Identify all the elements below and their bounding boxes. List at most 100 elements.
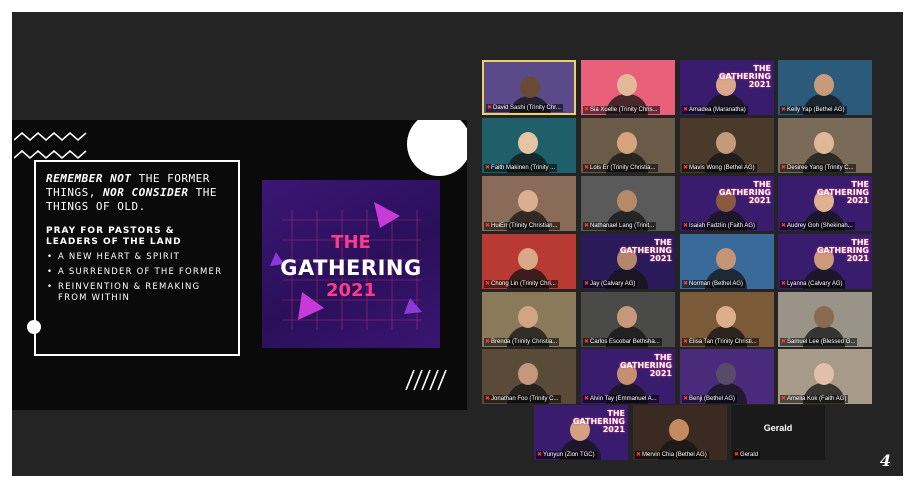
participant-tile[interactable]: THE GATHERING 2021 ✖Audrey Goh (Shekinah...	[778, 176, 872, 231]
participant-name: Sia Xuelle (Trinity Chris...	[590, 107, 658, 113]
prayer-points: A NEW HEART & SPIRIT A SURRENDER OF THE …	[46, 252, 230, 304]
participant-name: HuiEn (Trinity Christian...	[491, 223, 558, 229]
participant-avatar	[617, 132, 637, 154]
participant-name-label: ✖Alvin Tay (Emmanuel A...	[583, 395, 659, 403]
participant-name: Audrey Goh (Shekinah...	[787, 223, 853, 229]
participant-name: Norman (Bethel AG)	[689, 281, 744, 287]
participant-name: Samuel Lee (Blessed G...	[787, 339, 856, 345]
participant-name-label: ✖Yunyun (Zion TGC)	[536, 451, 597, 459]
muted-mic-icon: ✖	[781, 281, 787, 287]
participant-name: Brenda (Trinity Christia...	[491, 339, 558, 345]
participant-name: Carlos Escobar Bethsha...	[590, 339, 660, 345]
prayer-point: REINVENTION & REMAKING FROM WITHIN	[46, 282, 230, 304]
muted-mic-icon: ✖	[683, 223, 689, 229]
participant-name: Benji (Bethel AG)	[689, 396, 736, 402]
participant-tile[interactable]: ✖Carlos Escobar Bethsha...	[581, 292, 675, 347]
participant-avatar	[617, 190, 637, 212]
participant-name: Isaiah Fadzlin (Faith AG)	[689, 223, 756, 229]
participant-name-label: ✖Jay (Calvary AG)	[583, 280, 638, 288]
participant-name-label: ✖Sia Xuelle (Trinity Chris...	[583, 106, 660, 114]
participant-avatar	[814, 363, 834, 385]
muted-mic-icon: ✖	[584, 165, 590, 171]
muted-mic-icon: ✖	[584, 107, 590, 113]
participant-name: Jonathan Foo (Trinity C...	[491, 396, 559, 402]
pray-title: PRAY FOR PASTORS & LEADERS OF THE LAND	[46, 226, 182, 247]
participant-avatar	[814, 74, 834, 96]
participant-name-label: ✖Elisa Tan (Trinity Christi...	[682, 338, 759, 346]
participant-tile[interactable]: ✖Elisa Tan (Trinity Christi...	[680, 292, 774, 347]
participant-name-label: ✖Norman (Bethel AG)	[682, 280, 746, 288]
muted-mic-icon: ✖	[683, 165, 689, 171]
muted-mic-icon: ✖	[683, 339, 689, 345]
logo-year: 2021	[325, 280, 377, 301]
participant-name-label: ✖Desiree Yang (Trinity C...	[780, 164, 856, 172]
participant-name-label: ✖Samuel Lee (Blessed G...	[780, 338, 858, 346]
shared-slide: REMEMBER NOT THE FORMER THINGS, NOR CONS…	[12, 120, 467, 410]
participant-name-label: ✖David Sashi (Trinity Chr...	[486, 104, 563, 112]
participant-tile[interactable]: ✖Faith Makinen (Trinity ...	[482, 118, 576, 173]
muted-mic-icon: ✖	[584, 223, 590, 229]
muted-mic-icon: ✖	[683, 396, 689, 402]
participant-tile[interactable]: THE GATHERING 2021 ✖Lyanna (Calvary AG)	[778, 234, 872, 289]
participant-tile[interactable]: THE GATHERING 2021 ✖Isaiah Fadzlin (Faith A…	[680, 176, 774, 231]
participant-tile[interactable]: Gerald ✖Gerald	[731, 405, 825, 460]
participant-name-label: ✖Amelia Kok (Faith AG)	[780, 395, 849, 403]
participant-avatar	[716, 132, 736, 154]
gathering-sign: THE GATHERING 2021	[619, 238, 672, 263]
participant-name: Yunyun (Zion TGC)	[543, 452, 595, 458]
muted-mic-icon: ✖	[485, 281, 491, 287]
participant-name: Amadea (Maranatha)	[689, 107, 746, 113]
logo-gathering: GATHERING	[280, 256, 422, 280]
participant-tile[interactable]: ✖Lois Er (Trinity Christia...	[581, 118, 675, 173]
participant-name: Chong Lin (Trinity Chri...	[491, 281, 556, 287]
muted-mic-icon: ✖	[781, 165, 787, 171]
participant-tile[interactable]: THE GATHERING 2021 ✖Jay (Calvary AG)	[581, 234, 675, 289]
participant-tile[interactable]: THE GATHERING 2021 ✖Amadea (Maranatha)	[680, 60, 774, 115]
page-number: 4	[879, 451, 891, 470]
participant-name-label: ✖Audrey Goh (Shekinah...	[780, 222, 855, 230]
participant-tile[interactable]: ✖Mavis Wong (Bethel AG)	[680, 118, 774, 173]
participant-tile[interactable]: ✖Sia Xuelle (Trinity Chris...	[581, 60, 675, 115]
participant-avatar	[716, 363, 736, 385]
participant-avatar	[716, 306, 736, 328]
participant-name-label: ✖Kelly Yap (Bethel AG)	[780, 106, 847, 114]
participant-name-label: ✖Carlos Escobar Bethsha...	[583, 338, 662, 346]
participant-tile[interactable]: ✖Jonathan Foo (Trinity C...	[482, 349, 576, 404]
participant-tile[interactable]: ✖Benji (Bethel AG)	[680, 349, 774, 404]
participant-tile[interactable]: ✖Chong Lin (Trinity Chri...	[482, 234, 576, 289]
participant-tile[interactable]: ✖Amelia Kok (Faith AG)	[778, 349, 872, 404]
participant-avatar	[518, 306, 538, 328]
participant-tile[interactable]: ✖Nathanael Lang (Trinit...	[581, 176, 675, 231]
participant-avatar	[518, 132, 538, 154]
participant-tile[interactable]: THE GATHERING 2021 ✖Yunyun (Zion TGC)	[534, 405, 628, 460]
participant-avatar	[520, 76, 540, 98]
logo-the: THE	[331, 232, 371, 253]
participant-tile[interactable]: ✖Norman (Bethel AG)	[680, 234, 774, 289]
zigzag-decoration	[14, 132, 87, 159]
participant-name-label: ✖HuiEn (Trinity Christian...	[484, 222, 560, 230]
participant-display-name: Gerald	[763, 423, 793, 433]
participant-tile[interactable]: ✖Kelly Yap (Bethel AG)	[778, 60, 872, 115]
gathering-logo: THE GATHERING 2021	[262, 180, 440, 348]
participant-tile[interactable]: ✖Desiree Yang (Trinity C...	[778, 118, 872, 173]
participant-tile[interactable]: ✖HuiEn (Trinity Christian...	[482, 176, 576, 231]
participant-name-label: ✖Chong Lin (Trinity Chri...	[484, 280, 558, 288]
muted-mic-icon: ✖	[485, 223, 491, 229]
participant-tile[interactable]: ✖Samuel Lee (Blessed G...	[778, 292, 872, 347]
participant-tile[interactable]: THE GATHERING 2021 ✖Alvin Tay (Emmanuel A..…	[581, 349, 675, 404]
participant-name: Amelia Kok (Faith AG)	[787, 396, 847, 402]
participant-name: Lois Er (Trinity Christia...	[590, 165, 656, 171]
participant-name-label: ✖Isaiah Fadzlin (Faith AG)	[682, 222, 758, 230]
muted-mic-icon: ✖	[584, 339, 590, 345]
muted-mic-icon: ✖	[781, 396, 787, 402]
participant-tile[interactable]: ✖David Sashi (Trinity Chr...	[482, 60, 576, 115]
muted-mic-icon: ✖	[485, 339, 491, 345]
participant-avatar	[518, 248, 538, 270]
participant-name: Alvin Tay (Emmanuel A...	[590, 396, 657, 402]
participant-tile[interactable]: ✖Brenda (Trinity Christia...	[482, 292, 576, 347]
participant-name: Gerald	[740, 452, 759, 458]
participant-tile[interactable]: ✖Mervin Chia (Bethel AG)	[633, 405, 727, 460]
participant-avatar	[518, 363, 538, 385]
participant-avatar	[669, 419, 689, 441]
participant-avatar	[716, 248, 736, 270]
